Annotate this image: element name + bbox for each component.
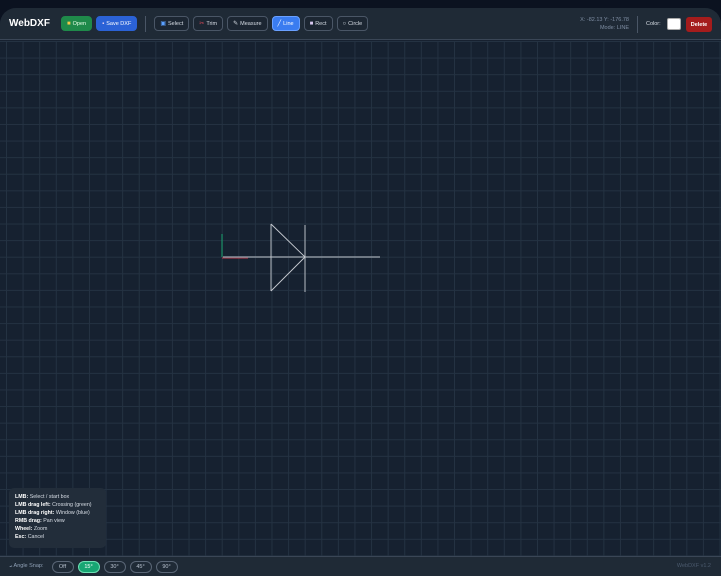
line-icon: ╱ <box>277 21 282 27</box>
tool-circle-button[interactable]: ○ Circle <box>336 16 369 31</box>
help-desc: Zoom <box>33 526 48 532</box>
tool-label: Line <box>283 20 294 27</box>
help-line: LMB drag left: Crossing (green) <box>15 501 100 509</box>
open-button[interactable]: ■ Open <box>61 16 93 31</box>
help-desc: Cancel <box>27 534 45 540</box>
help-panel: LMB: Select / start box LMB drag left: Cr… <box>9 488 106 548</box>
cursor-icon: ▣ <box>160 21 166 27</box>
tool-label: Circle <box>348 20 363 27</box>
coords-text: X: -82.13 Y: -176.78 <box>580 17 629 23</box>
diode-triangle-top <box>270 223 306 258</box>
save-dxf-button[interactable]: ▪ Save DXF <box>96 16 138 31</box>
help-key: LMB drag left: <box>15 502 51 508</box>
snap-option-button[interactable]: 45° <box>129 560 152 573</box>
tool-label: Measure <box>240 20 262 27</box>
help-key: RMB drag: <box>15 518 42 524</box>
help-line: Esc: Cancel <box>15 533 100 541</box>
snap-option-button[interactable]: Off <box>51 560 74 573</box>
circle-icon: ○ <box>342 20 347 27</box>
help-desc: Window (blue) <box>55 510 90 516</box>
drawing <box>221 223 380 292</box>
version-label: WebDXF v1.2 <box>676 563 711 569</box>
divider <box>145 15 147 32</box>
tool-label: Trim <box>206 20 218 27</box>
app-title: WebDXF <box>9 18 50 29</box>
diode-triangle-bottom <box>270 256 306 292</box>
snap-option-button[interactable]: 90° <box>155 560 178 573</box>
help-line: LMB: Select / start box <box>15 493 100 501</box>
help-key: Wheel: <box>15 526 33 532</box>
toolbar: WebDXF ■ Open ▪ Save DXF ▣ Select ✂ Trim ✎ Meas… <box>0 8 721 40</box>
scissors-icon: ✂ <box>199 21 205 27</box>
color-picker[interactable] <box>667 18 681 30</box>
help-line: Wheel: Zoom <box>15 525 100 533</box>
drawing-canvas[interactable]: LMB: Select / start box LMB drag left: Cr… <box>0 41 721 556</box>
help-line: LMB drag right: Window (blue) <box>15 509 100 517</box>
tool-label: Select <box>167 20 184 27</box>
angle-snap-text: Angle Snap: <box>13 563 44 569</box>
open-label: Open <box>72 20 87 27</box>
tool-trim-button[interactable]: ✂ Trim <box>193 16 224 31</box>
status-bar: ⦟ Angle Snap: Off 15° 30° 45° 90° WebDXF v1.… <box>0 556 721 576</box>
floppy-icon: ▪ <box>102 20 105 27</box>
help-key: Esc: <box>15 534 27 540</box>
snap-option-button[interactable]: 30° <box>103 560 126 573</box>
tool-measure-button[interactable]: ✎ Measure <box>227 16 268 31</box>
tool-rect-button[interactable]: ■ Rect <box>303 16 333 31</box>
snap-option-button[interactable]: 15° <box>77 560 100 573</box>
coordinate-readout: X: -82.13 Y: -176.78 Mode: LINE <box>580 16 629 32</box>
square-icon: ■ <box>309 20 314 27</box>
help-key: LMB: <box>15 494 29 500</box>
divider <box>637 16 638 33</box>
tool-label: Rect <box>315 20 327 27</box>
help-desc: Crossing (green) <box>52 502 92 508</box>
folder-icon: ■ <box>67 20 71 27</box>
delete-button[interactable]: Delete <box>686 17 712 32</box>
angle-snap-label: ⦟ Angle Snap: <box>9 563 44 569</box>
help-desc: Select / start box <box>29 494 70 500</box>
color-label: Color: <box>646 21 661 27</box>
mode-text: Mode: LINE <box>599 25 629 31</box>
help-key: LMB drag right: <box>15 510 55 516</box>
app-window: WebDXF ■ Open ▪ Save DXF ▣ Select ✂ Trim ✎ Meas… <box>0 8 721 576</box>
ruler-icon: ✎ <box>233 21 239 27</box>
help-desc: Pan view <box>43 518 65 524</box>
save-label: Save DXF <box>106 20 132 27</box>
tool-line-button[interactable]: ╱ Line <box>271 16 300 31</box>
tool-select-button[interactable]: ▣ Select <box>154 16 190 31</box>
help-line: RMB drag: Pan view <box>15 517 100 525</box>
